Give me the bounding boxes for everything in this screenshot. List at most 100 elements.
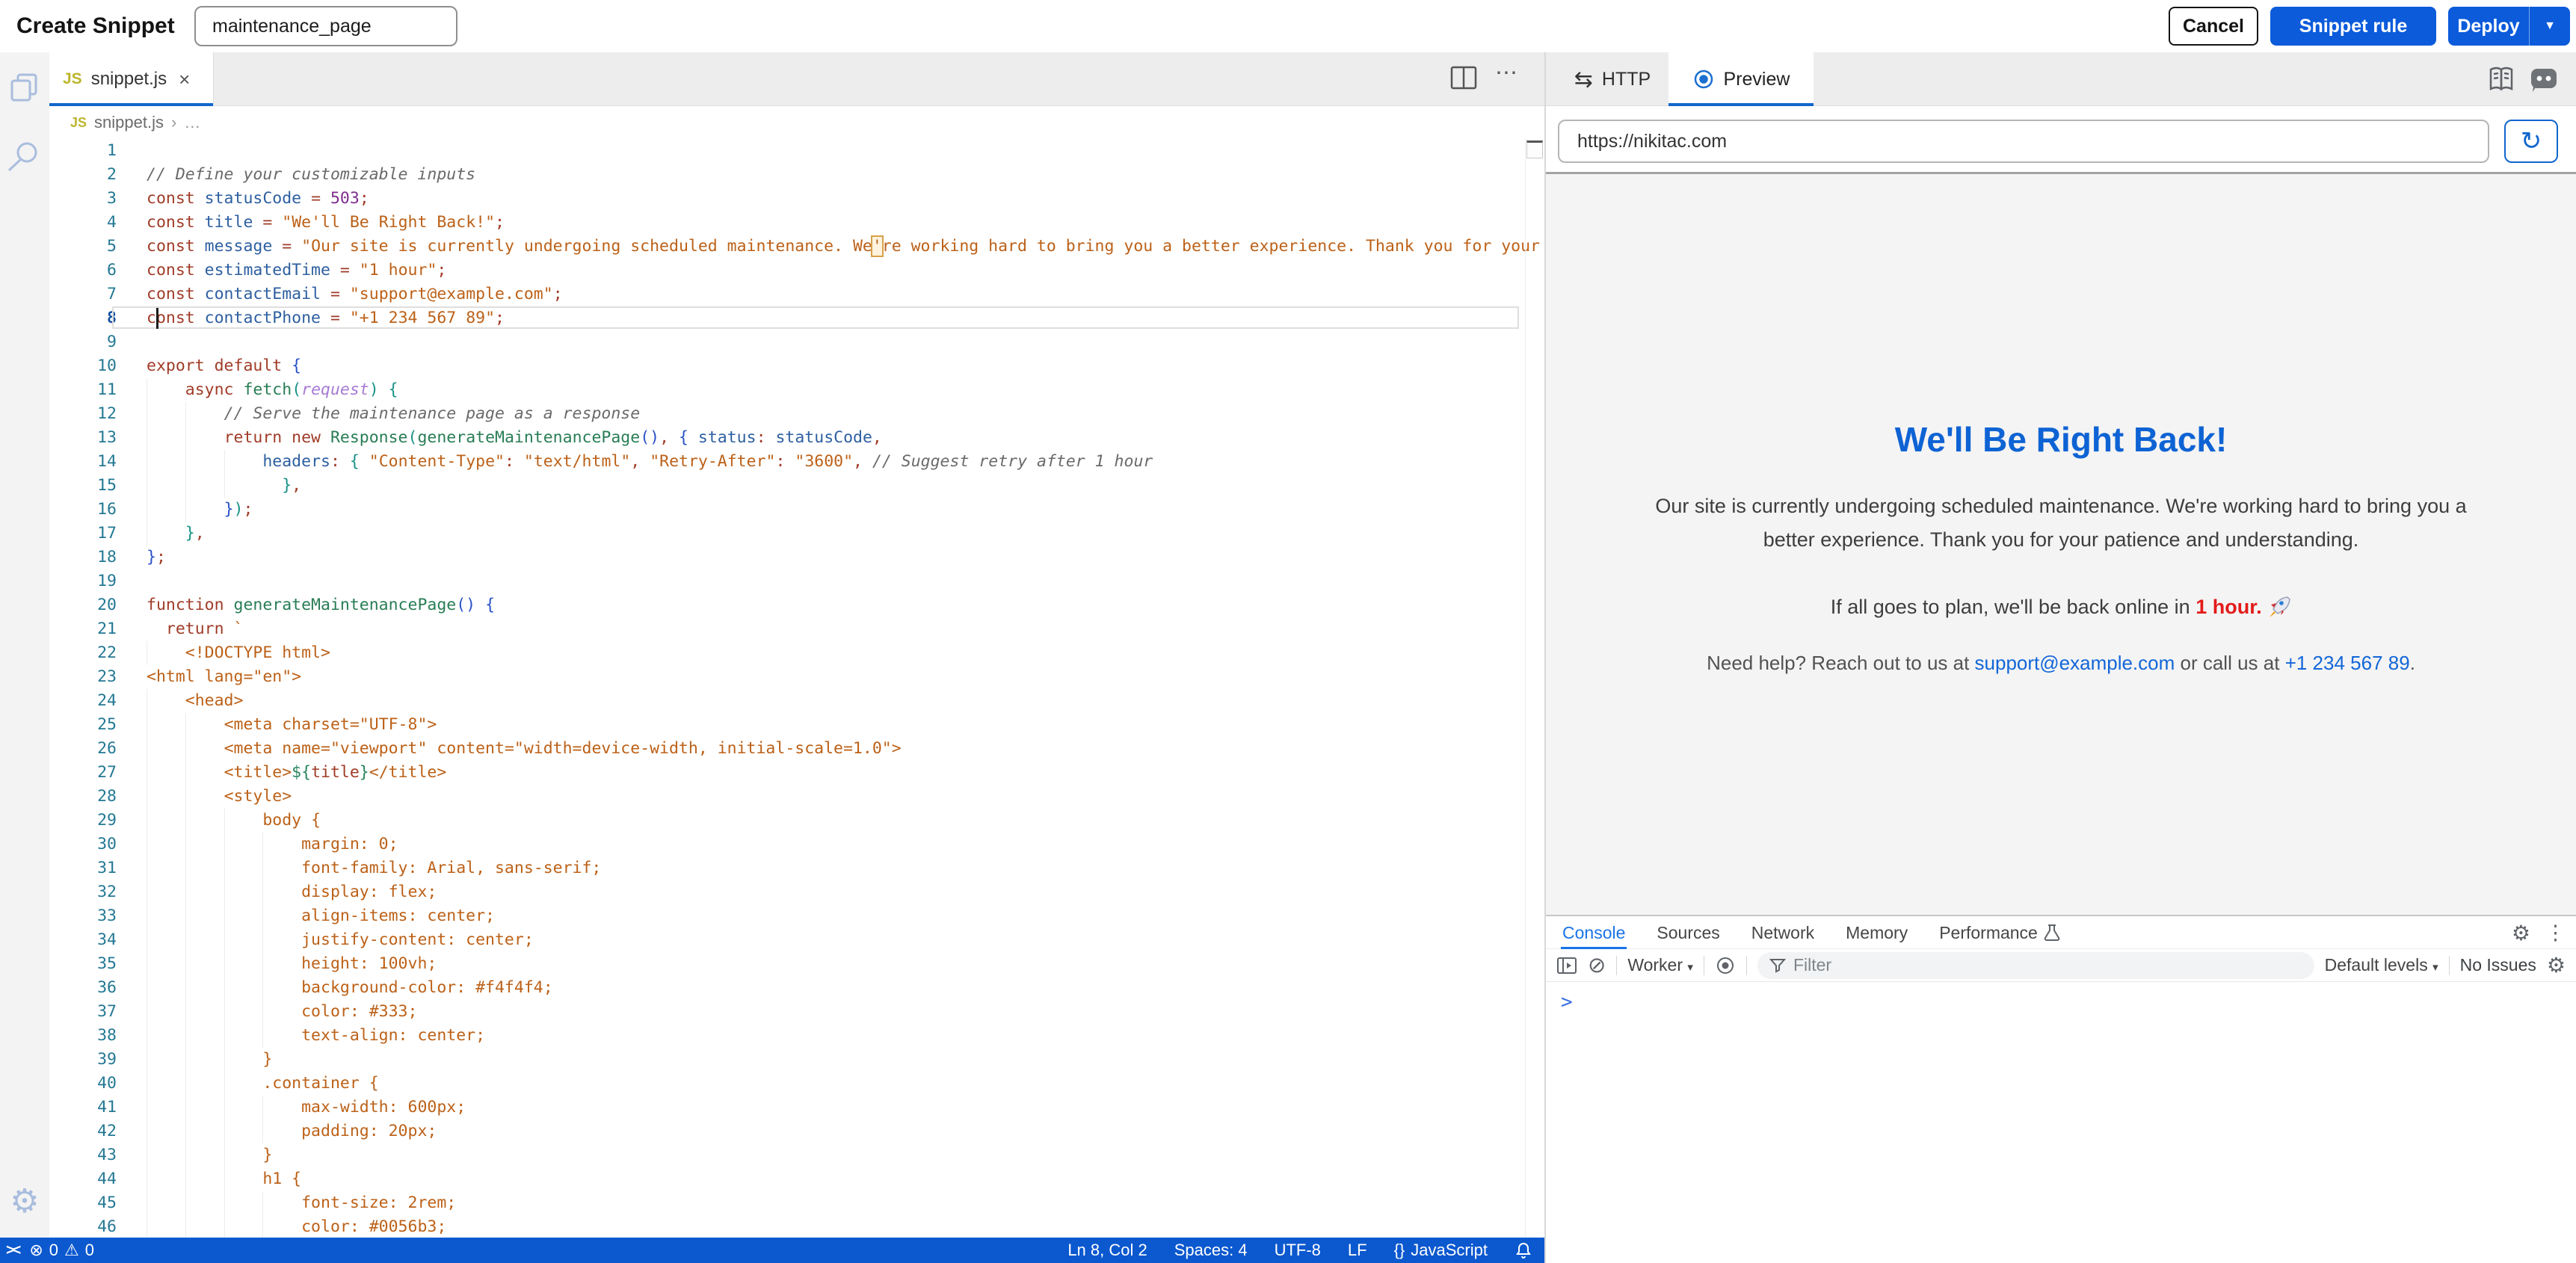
code-line-21[interactable]: 21 return ` <box>49 617 1544 641</box>
code-line-16[interactable]: 16 }); <box>49 498 1544 522</box>
code-line-40[interactable]: 40 .container { <box>49 1072 1544 1096</box>
context-selector[interactable]: Worker ▾ <box>1627 955 1693 975</box>
log-levels-selector[interactable]: Default levels ▾ <box>2325 955 2438 975</box>
tab-console[interactable]: Console <box>1562 916 1625 949</box>
deploy-button[interactable]: Deploy <box>2448 7 2529 46</box>
code-line-17[interactable]: 17 }, <box>49 522 1544 546</box>
gear-icon[interactable]: ⚙ <box>0 1185 49 1218</box>
code-line-33[interactable]: 33 align-items: center; <box>49 904 1544 928</box>
code-line-7[interactable]: 7const contactEmail = "support@example.c… <box>49 282 1544 306</box>
tab-preview[interactable]: Preview <box>1668 52 1814 106</box>
discord-icon[interactable] <box>2530 67 2558 93</box>
snippet-rule-button[interactable]: Snippet rule <box>2270 7 2436 46</box>
remote-indicator-icon[interactable]: >< <box>0 1242 29 1259</box>
code-line-8[interactable]: 8const contactPhone = "+1 234 567 89"; <box>49 306 1544 330</box>
search-icon[interactable] <box>0 139 49 173</box>
notifications-bell-icon[interactable] <box>1515 1241 1532 1259</box>
code-line-46[interactable]: 46 color: #0056b3; <box>49 1215 1544 1238</box>
snippet-name-input[interactable] <box>194 6 457 46</box>
indent-guide <box>185 976 186 1000</box>
refresh-button[interactable]: ↻ <box>2504 120 2558 163</box>
code-line-28[interactable]: 28 <style> <box>49 785 1544 809</box>
code-line-25[interactable]: 25 <meta charset="UTF-8"> <box>49 713 1544 737</box>
close-tab-icon[interactable]: × <box>179 68 190 91</box>
code-line-11[interactable]: 11 async fetch(request) { <box>49 378 1544 402</box>
editor-scrollbar[interactable] <box>1525 139 1526 1238</box>
code-editor[interactable]: 12// Define your customizable inputs3con… <box>49 139 1544 1238</box>
docs-book-icon[interactable] <box>2486 66 2516 93</box>
support-email-link[interactable]: support@example.com <box>1975 652 2175 674</box>
console-sidebar-icon[interactable] <box>1556 956 1577 975</box>
breadcrumb-more[interactable]: … <box>184 113 200 132</box>
code-line-13[interactable]: 13 return new Response(generateMaintenan… <box>49 426 1544 450</box>
indent-guide <box>185 1048 186 1072</box>
language-mode[interactable]: {} JavaScript <box>1394 1241 1488 1260</box>
console-filter-input[interactable]: Filter <box>1757 952 2314 979</box>
tab-memory[interactable]: Memory <box>1846 916 1908 949</box>
code-line-41[interactable]: 41 max-width: 600px; <box>49 1096 1544 1120</box>
code-line-19[interactable]: 19 <box>49 569 1544 593</box>
code-line-14[interactable]: 14 headers: { "Content-Type": "text/html… <box>49 450 1544 474</box>
deploy-dropdown-button[interactable]: ▼ <box>2529 7 2570 46</box>
code-line-18[interactable]: 18}; <box>49 546 1544 569</box>
code-line-43[interactable]: 43 } <box>49 1143 1544 1167</box>
code-line-35[interactable]: 35 height: 100vh; <box>49 952 1544 976</box>
tab-network[interactable]: Network <box>1751 916 1814 949</box>
code-line-38[interactable]: 38 text-align: center; <box>49 1024 1544 1048</box>
code-line-24[interactable]: 24 <head> <box>49 689 1544 713</box>
cancel-button[interactable]: Cancel <box>2169 7 2258 46</box>
eol-setting[interactable]: LF <box>1348 1241 1367 1260</box>
editor-scrollbar-slider[interactable] <box>1526 140 1543 158</box>
code-line-5[interactable]: 5const message = "Our site is currently … <box>49 235 1544 259</box>
kebab-menu-icon[interactable]: ⋮ <box>2545 921 2566 945</box>
clear-console-icon[interactable]: ⊘ <box>1588 952 1606 978</box>
cursor-position[interactable]: Ln 8, Col 2 <box>1067 1241 1147 1260</box>
code-line-20[interactable]: 20function generateMaintenancePage() { <box>49 593 1544 617</box>
tab-performance[interactable]: Performance <box>1939 916 2060 949</box>
problems-indicator[interactable]: ⊗ 0 ⚠ 0 <box>29 1241 94 1260</box>
code-line-22[interactable]: 22 <!DOCTYPE html> <box>49 641 1544 665</box>
code-line-34[interactable]: 34 justify-content: center; <box>49 928 1544 952</box>
phone-link[interactable]: +1 234 567 89 <box>2285 652 2410 674</box>
indentation-setting[interactable]: Spaces: 4 <box>1174 1241 1248 1260</box>
breadcrumb-file[interactable]: snippet.js <box>94 113 164 132</box>
code-line-37[interactable]: 37 color: #333; <box>49 1000 1544 1024</box>
code-line-6[interactable]: 6const estimatedTime = "1 hour"; <box>49 259 1544 282</box>
code-line-15[interactable]: 15 }, <box>49 474 1544 498</box>
console-prompt[interactable]: > <box>1546 982 2576 1013</box>
tab-sources[interactable]: Sources <box>1657 916 1719 949</box>
code-line-10[interactable]: 10export default { <box>49 354 1544 378</box>
breadcrumb[interactable]: JS snippet.js › … <box>49 106 1544 139</box>
split-editor-icon[interactable] <box>1450 66 1477 90</box>
code-line-45[interactable]: 45 font-size: 2rem; <box>49 1191 1544 1215</box>
code-line-29[interactable]: 29 body { <box>49 809 1544 833</box>
code-line-32[interactable]: 32 display: flex; <box>49 880 1544 904</box>
help-suffix: . <box>2410 652 2415 674</box>
issues-counter[interactable]: No Issues <box>2460 955 2536 975</box>
code-line-39[interactable]: 39 } <box>49 1048 1544 1072</box>
code-line-27[interactable]: 27 <title>${title}</title> <box>49 761 1544 785</box>
indent-guide <box>262 880 263 904</box>
code-line-31[interactable]: 31 font-family: Arial, sans-serif; <box>49 856 1544 880</box>
devtools-settings-gear-icon[interactable]: ⚙ <box>2512 921 2530 945</box>
preview-url-input[interactable] <box>1558 120 2489 163</box>
code-line-4[interactable]: 4const title = "We'll Be Right Back!"; <box>49 211 1544 235</box>
code-line-12[interactable]: 12 // Serve the maintenance page as a re… <box>49 402 1544 426</box>
live-expression-eye-icon[interactable] <box>1715 955 1736 976</box>
files-icon[interactable] <box>0 72 49 105</box>
console-settings-gear-icon[interactable]: ⚙ <box>2547 953 2566 978</box>
encoding-setting[interactable]: UTF-8 <box>1275 1241 1321 1260</box>
tab-snippet-js[interactable]: JS snippet.js × <box>49 52 214 106</box>
code-line-30[interactable]: 30 margin: 0; <box>49 833 1544 856</box>
code-line-36[interactable]: 36 background-color: #f4f4f4; <box>49 976 1544 1000</box>
code-line-23[interactable]: 23<html lang="en"> <box>49 665 1544 689</box>
code-line-2[interactable]: 2// Define your customizable inputs <box>49 163 1544 187</box>
tab-http[interactable]: ⇆ HTTP <box>1556 52 1668 106</box>
code-line-1[interactable]: 1 <box>49 139 1544 163</box>
code-line-44[interactable]: 44 h1 { <box>49 1167 1544 1191</box>
code-line-26[interactable]: 26 <meta name="viewport" content="width=… <box>49 737 1544 761</box>
more-actions-icon[interactable]: ⋯ <box>1495 60 1517 86</box>
code-line-9[interactable]: 9 <box>49 330 1544 354</box>
code-line-42[interactable]: 42 padding: 20px; <box>49 1120 1544 1143</box>
code-line-3[interactable]: 3const statusCode = 503; <box>49 187 1544 211</box>
